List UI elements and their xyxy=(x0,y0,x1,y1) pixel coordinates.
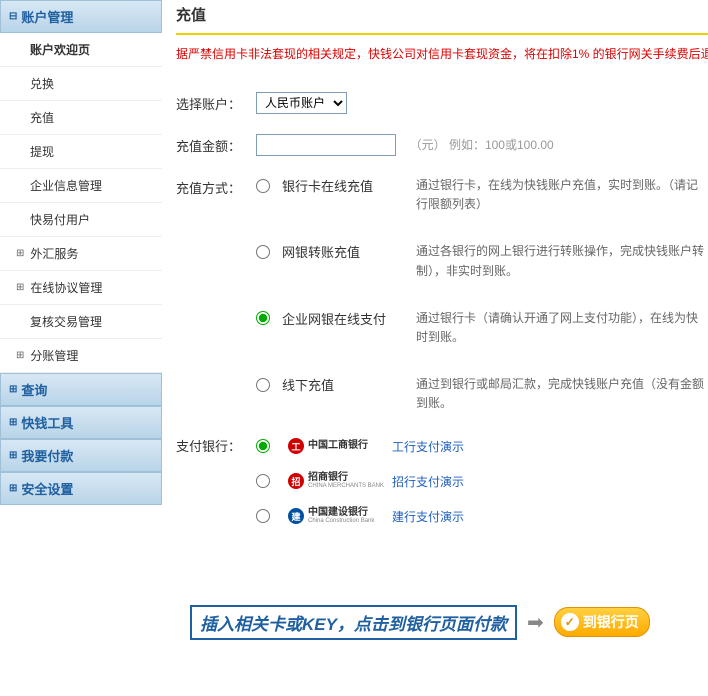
expand-icon: ⊞ xyxy=(16,282,24,293)
section-pay[interactable]: ⊞我要付款 xyxy=(0,439,162,472)
method-label-offline: 线下充值 xyxy=(282,375,334,394)
sidebar: ⊟ 账户管理 账户欢迎页 兑换 充值 提现 企业信息管理 快易付用户 ⊞外汇服务… xyxy=(0,0,162,640)
page-title: 充值 xyxy=(176,0,708,35)
expand-icon: ⊞ xyxy=(9,450,17,461)
expand-icon: ⊞ xyxy=(9,384,17,395)
method-label-card: 银行卡在线充值 xyxy=(282,176,373,195)
sidebar-item-welcome[interactable]: 账户欢迎页 xyxy=(0,33,162,67)
bank-logo-ccb: 建 中国建设银行China Construction Bank xyxy=(288,508,388,524)
main-content: 充值 据严禁信用卡非法套现的相关规定，快钱公司对信用卡套现资金，将在扣除1% 的… xyxy=(162,0,708,640)
bank-link-ccb[interactable]: 建行支付演示 xyxy=(392,508,464,525)
account-label: 选择账户： xyxy=(176,92,256,113)
bank-icon: 建 xyxy=(288,508,304,524)
bank-link-icbc[interactable]: 工行支付演示 xyxy=(392,438,464,455)
bank-icon: 招 xyxy=(288,473,304,489)
instruction-box: 插入相关卡或KEY，点击到银行页面付款 xyxy=(190,605,517,640)
amount-hint: （元） 例如：100或100.00 xyxy=(410,138,554,152)
sidebar-item-review[interactable]: 复核交易管理 xyxy=(0,305,162,339)
expand-icon: ⊞ xyxy=(9,483,17,494)
bank-logo-cmb: 招 招商银行CHINA MERCHANTS BANK xyxy=(288,473,388,489)
section-label: 账户管理 xyxy=(21,7,73,26)
sidebar-item-recharge[interactable]: 充值 xyxy=(0,101,162,135)
warning-text: 据严禁信用卡非法套现的相关规定，快钱公司对信用卡套现资金，将在扣除1% 的银行网… xyxy=(176,35,708,82)
method-desc-card: 通过银行卡，在线为快钱账户充值，实时到账。（请记行限额列表） xyxy=(416,176,708,214)
method-label-transfer: 网银转账充值 xyxy=(282,242,360,261)
arrow-right-icon: ➡ xyxy=(527,610,544,635)
expand-icon: ⊞ xyxy=(9,417,17,428)
method-radio-card[interactable] xyxy=(256,179,270,193)
sidebar-item-exchange[interactable]: 兑换 xyxy=(0,67,162,101)
sidebar-item-protocol[interactable]: ⊞在线协议管理 xyxy=(0,271,162,305)
sidebar-item-withdraw[interactable]: 提现 xyxy=(0,135,162,169)
section-query[interactable]: ⊞查询 xyxy=(0,373,162,406)
expand-icon: ⊞ xyxy=(16,350,24,361)
method-desc-offline: 通过到银行或邮局汇款，完成快钱账户充值（没有金额到账。 xyxy=(416,375,708,413)
method-desc-enterprise: 通过银行卡（请确认开通了网上支付功能），在线为快时到账。 xyxy=(416,309,708,347)
method-label: 充值方式： xyxy=(176,176,256,197)
bank-link-cmb[interactable]: 招行支付演示 xyxy=(392,473,464,490)
section-account-mgmt[interactable]: ⊟ 账户管理 xyxy=(0,0,162,33)
amount-label: 充值金额： xyxy=(176,134,256,155)
collapse-icon: ⊟ xyxy=(9,11,17,22)
sidebar-item-easypay[interactable]: 快易付用户 xyxy=(0,203,162,237)
method-radio-offline[interactable] xyxy=(256,378,270,392)
amount-input[interactable] xyxy=(256,134,396,156)
method-radio-transfer[interactable] xyxy=(256,245,270,259)
expand-icon: ⊞ xyxy=(16,248,24,259)
bank-label: 支付银行： xyxy=(176,434,256,455)
bank-radio-ccb[interactable] xyxy=(256,509,270,523)
section-tools[interactable]: ⊞快钱工具 xyxy=(0,406,162,439)
submenu-account: 账户欢迎页 兑换 充值 提现 企业信息管理 快易付用户 ⊞外汇服务 ⊞在线协议管… xyxy=(0,33,162,373)
account-select[interactable]: 人民币账户 xyxy=(256,92,347,114)
sidebar-item-split[interactable]: ⊞分账管理 xyxy=(0,339,162,373)
goto-bank-label: 到银行页 xyxy=(583,612,639,632)
bank-radio-cmb[interactable] xyxy=(256,474,270,488)
sidebar-item-forex[interactable]: ⊞外汇服务 xyxy=(0,237,162,271)
bank-logo-icbc: 工 中国工商银行 xyxy=(288,438,388,454)
check-icon: ✓ xyxy=(561,613,579,631)
method-desc-transfer: 通过各银行的网上银行进行转账操作，完成快钱账户转制），非实时到账。 xyxy=(416,242,708,280)
section-security[interactable]: ⊞安全设置 xyxy=(0,472,162,505)
sidebar-item-enterprise[interactable]: 企业信息管理 xyxy=(0,169,162,203)
bank-icon: 工 xyxy=(288,438,304,454)
method-label-enterprise: 企业网银在线支付 xyxy=(282,309,386,328)
goto-bank-button[interactable]: ✓ 到银行页 xyxy=(554,607,650,637)
method-radio-enterprise[interactable] xyxy=(256,311,270,325)
bank-radio-icbc[interactable] xyxy=(256,439,270,453)
